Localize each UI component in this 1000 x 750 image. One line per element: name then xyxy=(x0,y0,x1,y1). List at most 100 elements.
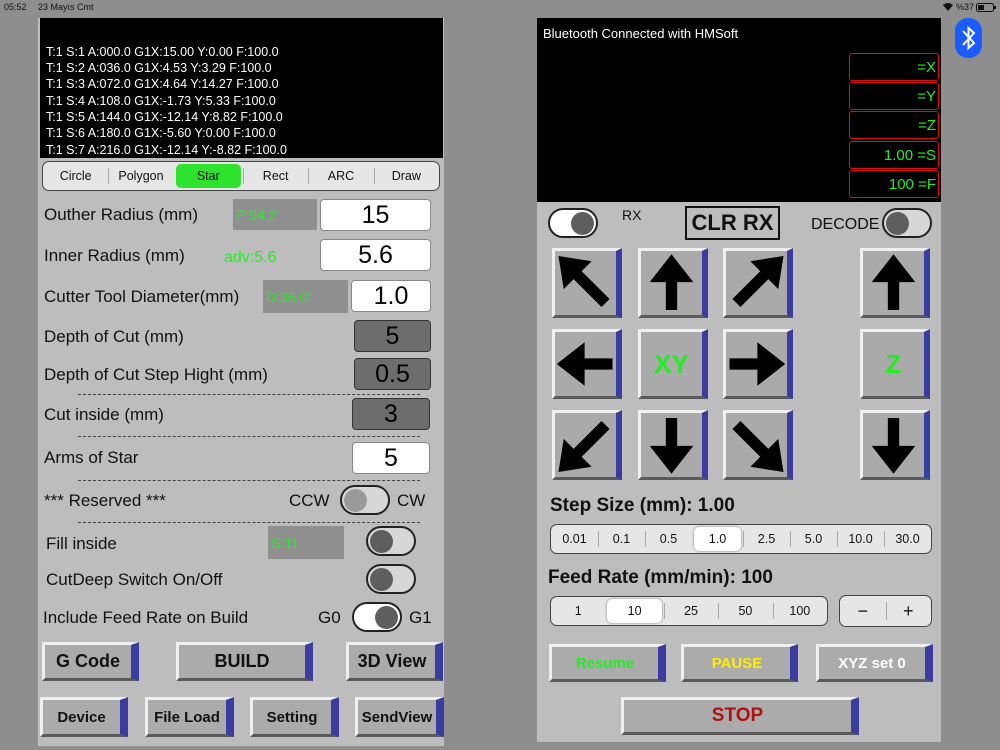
inner-radius-input[interactable]: 5.6 xyxy=(320,239,431,271)
arms-of-star-label: Arms of Star xyxy=(44,448,139,467)
step-size-selector: 0.01 0.1 0.5 1.0 2.5 5.0 10.0 30.0 xyxy=(550,524,932,554)
feed-rate-label: Feed Rate (mm/min): 100 xyxy=(548,567,773,588)
feed-option[interactable]: 100 xyxy=(772,597,827,625)
jog-down-right-button[interactable] xyxy=(723,410,793,480)
divider xyxy=(78,394,420,395)
step-option[interactable]: 5.0 xyxy=(790,525,837,553)
cut-inside-input[interactable]: 3 xyxy=(352,398,430,430)
arrow-up-icon xyxy=(871,254,916,311)
feed-increment-button[interactable]: + xyxy=(885,596,932,626)
tab-polygon[interactable]: Polygon xyxy=(108,162,173,190)
build-button[interactable]: BUILD xyxy=(176,642,313,681)
inner-radius-label: Inner Radius (mm) xyxy=(44,246,185,265)
depth-of-cut-input[interactable]: 5 xyxy=(354,320,431,352)
stop-button[interactable]: STOP xyxy=(621,697,859,735)
jog-right-button[interactable] xyxy=(723,329,793,399)
step-option-selected[interactable]: 1.0 xyxy=(694,527,741,551)
advance-info: adv:5.6 xyxy=(224,249,277,266)
feed-rate-build-toggle[interactable] xyxy=(352,602,402,632)
depth-step-label: Depth of Cut Step Hight (mm) xyxy=(44,365,268,384)
tab-draw[interactable]: Draw xyxy=(373,162,439,190)
tab-star[interactable]: Star xyxy=(175,164,241,188)
arrow-down-left-icon xyxy=(558,420,610,473)
jog-z-up-button[interactable] xyxy=(860,248,930,318)
file-load-button[interactable]: File Load xyxy=(145,697,234,737)
feed-option[interactable]: 50 xyxy=(718,597,772,625)
device-button[interactable]: Device xyxy=(40,697,128,737)
setting-button[interactable]: Setting xyxy=(250,697,339,737)
gcode-line: T:1 S:2 A:036.0 G1X:4.53 Y:3.29 F:100.0 xyxy=(46,61,272,75)
rx-label: RX xyxy=(622,207,642,223)
reserved-label: *** Reserved *** xyxy=(44,491,166,510)
resume-button[interactable]: Resume xyxy=(549,644,666,682)
tab-arc[interactable]: ARC xyxy=(308,162,373,190)
step-option[interactable]: 2.5 xyxy=(743,525,790,553)
bluetooth-icon[interactable] xyxy=(955,18,982,58)
gcode-button[interactable]: G Code xyxy=(42,642,139,681)
arrow-up-right-icon xyxy=(732,255,784,308)
jog-up-left-button[interactable] xyxy=(552,248,622,318)
gcode-line: T:1 S:1 A:000.0 G1X:15.00 Y:0.00 F:100.0 xyxy=(46,45,279,59)
gcode-line: T:1 S:3 A:072.0 G1X:4.64 Y:14.27 F:100.0 xyxy=(46,77,279,91)
rx-toggle[interactable] xyxy=(548,208,598,238)
cw-label: CW xyxy=(397,491,426,510)
arms-of-star-input[interactable]: 5 xyxy=(352,442,430,474)
pause-button[interactable]: PAUSE xyxy=(681,644,798,682)
status-time: 05:52 xyxy=(4,2,27,12)
ccw-label: CCW xyxy=(289,491,330,510)
spindle-readout: 1.00 =S xyxy=(849,141,939,169)
status-date: 23 Mayıs Cmt xyxy=(38,2,94,12)
decode-toggle[interactable] xyxy=(882,208,932,238)
depth-step-input[interactable]: 0.5 xyxy=(354,358,431,390)
cutter-diameter-label: Cutter Tool Diameter(mm) xyxy=(44,287,240,306)
gcode-line: T:1 S:6 A:180.0 G1X:-5.60 Y:0.00 F:100.0 xyxy=(46,126,276,140)
tab-rect[interactable]: Rect xyxy=(242,162,308,190)
decode-label: DECODE xyxy=(811,216,880,233)
step-option[interactable]: 0.5 xyxy=(645,525,692,553)
cutdeep-toggle[interactable] xyxy=(366,564,416,594)
fill-inside-toggle[interactable] xyxy=(366,526,416,556)
feed-option[interactable]: 25 xyxy=(663,597,718,625)
outer-radius-input[interactable]: 15 xyxy=(320,199,431,231)
shape-tabs: Circle Polygon Star Rect ARC Draw xyxy=(42,161,440,191)
jog-z-down-button[interactable] xyxy=(860,410,930,480)
step-option[interactable]: 30.0 xyxy=(884,525,931,553)
jog-down-left-button[interactable] xyxy=(552,410,622,480)
cutter-diameter-input[interactable]: 1.0 xyxy=(351,280,431,312)
step-option[interactable]: 0.1 xyxy=(598,525,645,553)
step-option[interactable]: 10.0 xyxy=(837,525,884,553)
gcode-line: T:1 S:4 A:108.0 G1X:-1.73 Y:5.33 F:100.0 xyxy=(46,94,276,108)
step-option[interactable]: 0.01 xyxy=(551,525,598,553)
arrow-right-icon xyxy=(729,342,786,386)
tab-circle[interactable]: Circle xyxy=(43,162,108,190)
3d-view-button[interactable]: 3D View xyxy=(346,642,443,681)
z-home-button[interactable]: Z xyxy=(860,329,930,399)
arrow-left-icon xyxy=(556,342,613,386)
perimeter-info: P:94.2 xyxy=(233,199,317,230)
fill-inside-label: Fill inside xyxy=(46,534,117,553)
status-battery-text: %37 xyxy=(956,2,975,12)
feed-option-selected[interactable]: 10 xyxy=(607,599,662,623)
xy-home-button[interactable]: XY xyxy=(638,329,708,399)
jog-down-button[interactable] xyxy=(638,410,708,480)
arrow-up-icon xyxy=(649,254,694,311)
arrow-down-right-icon xyxy=(732,420,784,473)
feed-stepper: − + xyxy=(839,595,932,627)
direction-toggle[interactable] xyxy=(340,485,390,515)
feed-option[interactable]: 1 xyxy=(551,597,605,625)
gcode-console[interactable]: T:1 S:1 A:000.0 G1X:15.00 Y:0.00 F:100.0… xyxy=(40,18,443,158)
jog-left-button[interactable] xyxy=(552,329,622,399)
jog-up-right-button[interactable] xyxy=(723,248,793,318)
arrow-down-icon xyxy=(871,417,916,474)
gcode-line: T:1 S:7 A:216.0 G1X:-12.14 Y:-8.82 F:100… xyxy=(46,143,287,157)
sendview-button[interactable]: SendView xyxy=(355,697,444,737)
clr-rx-button[interactable]: CLR RX xyxy=(685,206,780,240)
xyz-set-zero-button[interactable]: XYZ set 0 xyxy=(816,644,933,682)
g1-label: G1 xyxy=(409,608,432,627)
depth-of-cut-label: Depth of Cut (mm) xyxy=(44,327,184,346)
feed-rate-selector: 1 10 25 50 100 xyxy=(550,596,828,626)
feed-decrement-button[interactable]: − xyxy=(840,596,886,626)
jog-up-button[interactable] xyxy=(638,248,708,318)
divider xyxy=(78,480,420,481)
battery-icon xyxy=(976,3,996,14)
